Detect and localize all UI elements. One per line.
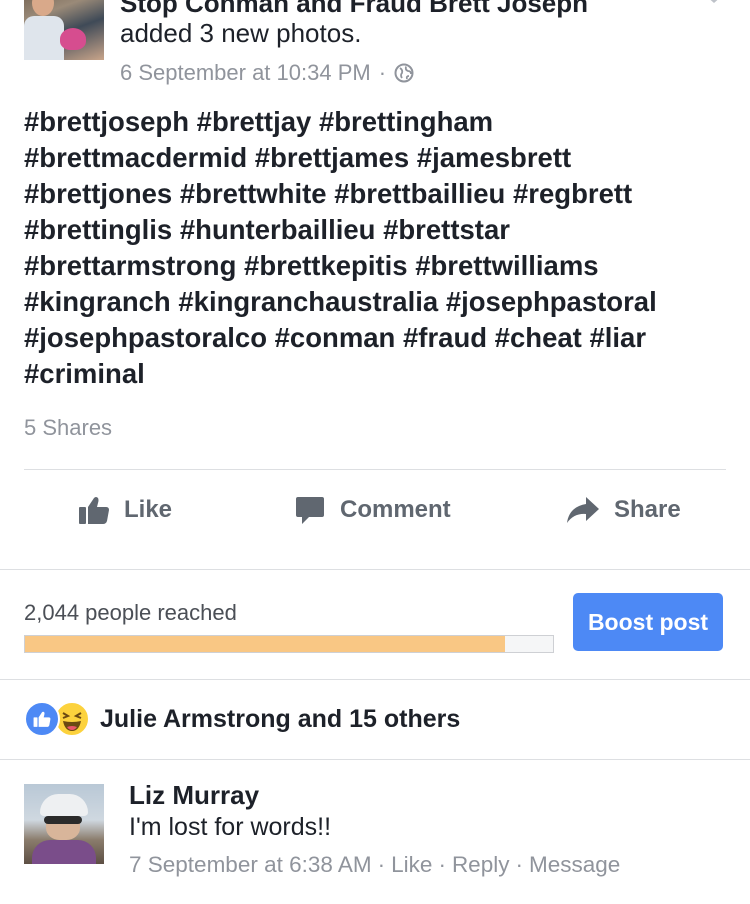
divider: [0, 569, 750, 570]
post-text: #brettjoseph #brettjay #brettingham #bre…: [24, 104, 724, 392]
share-label: Share: [614, 496, 681, 523]
post-text-line[interactable]: #josephpastoralco #conman #fraud #cheat …: [24, 320, 724, 356]
post-text-line[interactable]: #brettmacdermid #brettjames #jamesbrett: [24, 140, 724, 176]
post-action-text: added 3 new photos.: [120, 18, 362, 48]
comment-text: I'm lost for words!!: [129, 813, 332, 841]
like-button[interactable]: Like: [78, 494, 172, 526]
page-name[interactable]: Stop Conman and Fraud Brett Joseph: [120, 0, 588, 19]
like-label: Like: [124, 496, 173, 523]
boost-post-button[interactable]: Boost post: [573, 593, 723, 651]
post-text-line[interactable]: #kingranch #kingranchaustralia #josephpa…: [24, 284, 724, 320]
reach-progress-fill: [25, 636, 506, 652]
comment-like-link[interactable]: Like: [391, 852, 432, 877]
comment-timestamp[interactable]: 7 September at 6:38 AM: [129, 852, 372, 877]
comment-meta: 7 September at 6:38 AM · Like · Reply · Messag…: [129, 852, 621, 877]
comment-label: Comment: [340, 496, 451, 523]
post-meta: 6 September at 10:34 PM ·: [120, 60, 414, 86]
share-button[interactable]: Share: [566, 494, 681, 526]
comment-icon: [296, 497, 324, 524]
post-header: Stop Conman and Fraud Brett Joseph added…: [0, 0, 750, 100]
comment-author[interactable]: Liz Murray: [129, 780, 259, 811]
reach-label[interactable]: 2,044 people reached: [24, 600, 237, 626]
post-text-line[interactable]: #brettarmstrong #brettkepitis #brettwill…: [24, 248, 724, 284]
post-text-line[interactable]: #criminal: [24, 356, 724, 392]
globe-icon[interactable]: [394, 63, 414, 83]
chevron-down-icon[interactable]: [704, 0, 724, 4]
like-reaction-icon: [24, 701, 60, 737]
reach-progress-bar: [24, 635, 554, 653]
post-action-bar: Like Comment Share: [24, 470, 724, 550]
divider: [0, 679, 750, 680]
comment-message-link[interactable]: Message: [529, 852, 620, 877]
shares-count[interactable]: 5 Shares: [24, 415, 112, 441]
page-avatar[interactable]: [24, 0, 104, 60]
post-text-line[interactable]: #brettinglis #hunterbaillieu #brettstar: [24, 212, 724, 248]
commenter-avatar[interactable]: [24, 784, 104, 864]
facebook-post-page: Stop Conman and Fraud Brett Joseph added…: [0, 0, 750, 904]
post-timestamp[interactable]: 6 September at 10:34 PM: [120, 60, 371, 86]
comment-button[interactable]: Comment: [294, 494, 451, 526]
post-text-line[interactable]: #brettjoseph #brettjay #brettingham: [24, 104, 724, 140]
reactions-summary[interactable]: Julie Armstrong and 15 others: [24, 700, 460, 738]
divider: [0, 759, 750, 760]
post-text-line[interactable]: #brettjones #brettwhite #brettbaillieu #…: [24, 176, 724, 212]
reactors-text: Julie Armstrong and 15 others: [100, 704, 461, 733]
share-arrow-icon: [567, 497, 599, 523]
comment-reply-link[interactable]: Reply: [452, 852, 510, 877]
thumbs-up-icon: [79, 497, 109, 524]
